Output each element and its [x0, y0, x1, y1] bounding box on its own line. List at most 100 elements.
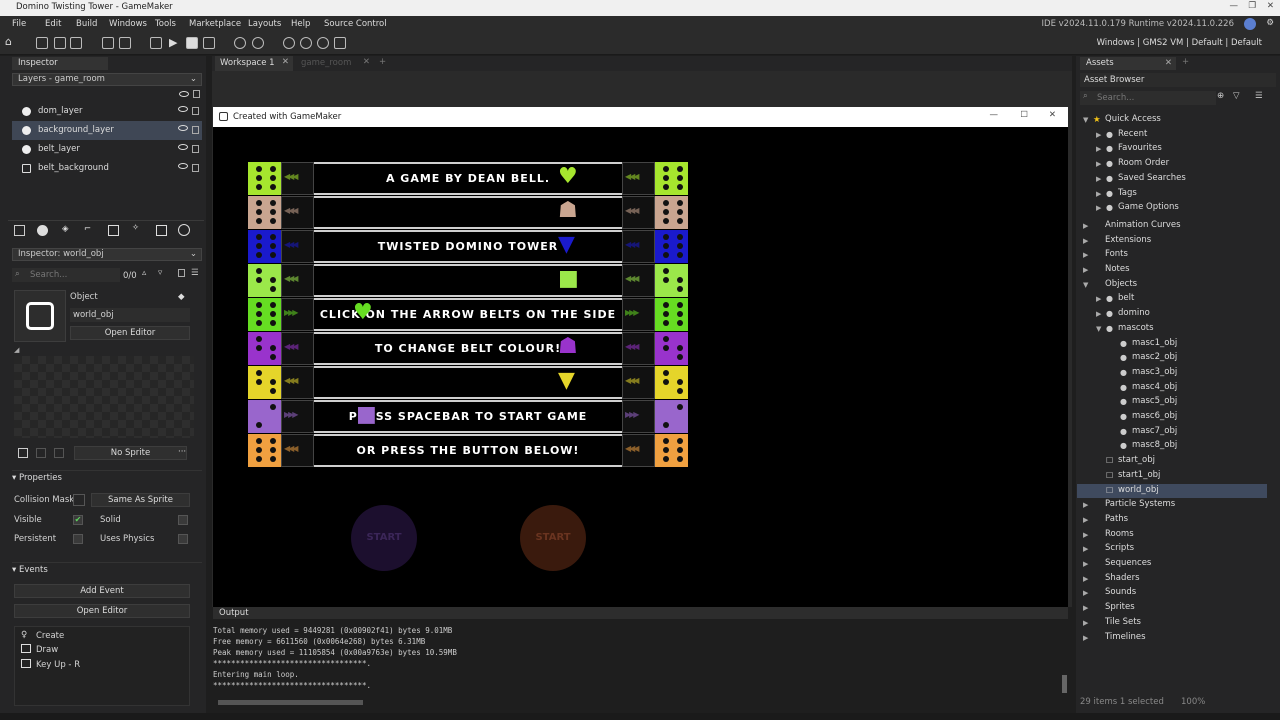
arrow-belt[interactable]: ◀◀◀	[622, 196, 655, 229]
object-item[interactable]: start1_obj	[1118, 470, 1160, 480]
asset-group[interactable]: Sprites	[1105, 602, 1135, 612]
arrow-belt[interactable]: ◀◀◀	[622, 230, 655, 263]
arrow-belt[interactable]: ▶▶▶	[622, 400, 655, 433]
asset-search-input[interactable]: ⌕ Search...	[1080, 91, 1216, 105]
layer-item[interactable]: belt_layer	[12, 140, 202, 159]
arrow-belt[interactable]: ◀◀◀	[281, 434, 314, 467]
expand-arrow-icon[interactable]: ▶	[1096, 295, 1101, 303]
object-item[interactable]: masc2_obj	[1132, 352, 1177, 362]
debug-icon[interactable]	[150, 37, 162, 49]
object-item[interactable]: world_obj	[1118, 485, 1159, 495]
expand-arrow-icon[interactable]: ▶	[1083, 604, 1088, 612]
settings-icon[interactable]: ⚙	[1266, 18, 1274, 28]
package-icon[interactable]	[102, 37, 114, 49]
quick-access-item[interactable]: Favourites	[1118, 143, 1162, 153]
eye-icon[interactable]	[178, 163, 188, 169]
expand-arrow-icon[interactable]: ▶	[1083, 237, 1088, 245]
event-item[interactable]: Create	[36, 631, 64, 641]
inspector-object-dropdown[interactable]: Inspector: world_obj ⌄	[12, 248, 202, 261]
collision-mask-selector[interactable]: Same As Sprite	[91, 493, 190, 507]
quick-access-item[interactable]: Saved Searches	[1118, 173, 1186, 183]
object-item[interactable]: masc3_obj	[1132, 367, 1177, 377]
arrow-belt[interactable]: ◀◀◀	[281, 366, 314, 399]
help-icon[interactable]	[252, 37, 264, 49]
expand-arrow-icon[interactable]: ▶	[1096, 160, 1101, 168]
expand-arrow-icon[interactable]: ▶	[1083, 589, 1088, 597]
object-item[interactable]: masc1_obj	[1132, 338, 1177, 348]
add-folder-icon[interactable]	[156, 225, 167, 236]
properties-header[interactable]: ▾ Properties	[12, 470, 202, 484]
expand-arrow-icon[interactable]: ▶	[1083, 560, 1088, 568]
search-prev-icon[interactable]: ▵	[142, 268, 146, 278]
target-selector[interactable]: Windows | GMS2 VM | Default | Default	[1097, 38, 1262, 48]
add-instance-layer-icon[interactable]	[37, 225, 48, 236]
arrow-belt[interactable]: ◀◀◀	[281, 264, 314, 297]
menu-source-control[interactable]: Source Control	[324, 19, 387, 29]
object-item[interactable]: masc5_obj	[1132, 396, 1177, 406]
expand-arrow-icon[interactable]: ▶	[1083, 575, 1088, 583]
arrow-belt[interactable]: ◀◀◀	[622, 332, 655, 365]
asset-group[interactable]: Scripts	[1105, 543, 1134, 553]
stop-icon[interactable]	[186, 37, 198, 49]
close-icon[interactable]: ✕	[1165, 57, 1172, 70]
asset-group[interactable]: Timelines	[1105, 632, 1146, 642]
expand-arrow-icon[interactable]: ▶	[1096, 145, 1101, 153]
menu-edit[interactable]: Edit	[45, 19, 61, 29]
zoom-reset-icon[interactable]	[317, 37, 329, 49]
asset-group[interactable]: Paths	[1105, 514, 1128, 524]
add-asset-icon[interactable]: ⊕	[1217, 91, 1224, 101]
quick-access-item[interactable]: Recent	[1118, 129, 1147, 139]
run-icon[interactable]: ▶	[169, 36, 177, 49]
lock-icon[interactable]	[192, 164, 199, 172]
collapse-icon[interactable]: ◢	[14, 346, 19, 354]
event-item[interactable]: Key Up - R	[36, 660, 80, 670]
delete-layer-icon[interactable]	[178, 224, 190, 236]
inspector-search-input[interactable]: ⌕ Search...	[12, 268, 120, 282]
asset-group[interactable]: Fonts	[1105, 249, 1128, 259]
eye-icon[interactable]	[179, 91, 189, 97]
add-background-layer-icon[interactable]	[14, 225, 25, 236]
home-icon[interactable]: ⌂	[5, 35, 17, 48]
asset-group[interactable]: Notes	[1105, 264, 1130, 274]
arrow-belt[interactable]: ◀◀◀	[622, 162, 655, 195]
object-item[interactable]: start_obj	[1118, 455, 1155, 465]
lock-icon[interactable]	[192, 107, 199, 115]
lock-icon[interactable]	[193, 90, 200, 98]
object-item[interactable]: masc8_obj	[1132, 440, 1177, 450]
tag-icon[interactable]: ◆	[178, 292, 185, 302]
arrow-belt[interactable]: ◀◀◀	[281, 162, 314, 195]
uses-physics-checkbox[interactable]	[178, 534, 188, 544]
expand-arrow-icon[interactable]: ▶	[1096, 190, 1101, 198]
export-icon[interactable]	[119, 37, 131, 49]
arrow-belt[interactable]: ▶▶▶	[281, 298, 314, 331]
zoom-out-icon[interactable]	[283, 37, 295, 49]
open-editor-events-button[interactable]: Open Editor	[14, 604, 190, 618]
eye-icon[interactable]	[178, 144, 188, 150]
expand-arrow-icon[interactable]: ▶	[1083, 501, 1088, 509]
events-header[interactable]: ▾ Events	[12, 562, 202, 576]
menu-icon[interactable]: ☰	[191, 268, 199, 278]
minimize-icon[interactable]: —	[990, 110, 999, 120]
expand-arrow-icon[interactable]: ▶	[1083, 251, 1088, 259]
menu-tools[interactable]: Tools	[155, 19, 176, 29]
output-scrollbar[interactable]	[1062, 675, 1067, 693]
expand-arrow-icon[interactable]: ▶	[1083, 531, 1088, 539]
asset-group[interactable]: Rooms	[1105, 529, 1134, 539]
asset-group[interactable]: Extensions	[1105, 235, 1151, 245]
add-tab-icon[interactable]: +	[1182, 57, 1189, 67]
expand-arrow-icon[interactable]: ▶	[1083, 545, 1088, 553]
quick-access-folder[interactable]: Quick Access	[1105, 114, 1161, 124]
layer-item[interactable]: belt_background	[12, 159, 202, 178]
close-icon[interactable]: ✕	[363, 57, 370, 67]
collapse-arrow-icon[interactable]: ▼	[1083, 281, 1088, 289]
persistent-checkbox[interactable]	[73, 534, 83, 544]
asset-group[interactable]: Tile Sets	[1105, 617, 1141, 627]
maximize-icon[interactable]: ☐	[1020, 110, 1028, 120]
asset-group[interactable]: Particle Systems	[1105, 499, 1175, 509]
new-icon[interactable]	[36, 37, 48, 49]
open-editor-button[interactable]: Open Editor	[70, 326, 190, 340]
asset-folder[interactable]: domino	[1118, 308, 1150, 318]
add-tab-icon[interactable]: +	[379, 57, 386, 67]
tab-assets[interactable]: Assets ✕	[1080, 57, 1176, 70]
visible-checkbox[interactable]: ✔	[73, 515, 83, 525]
